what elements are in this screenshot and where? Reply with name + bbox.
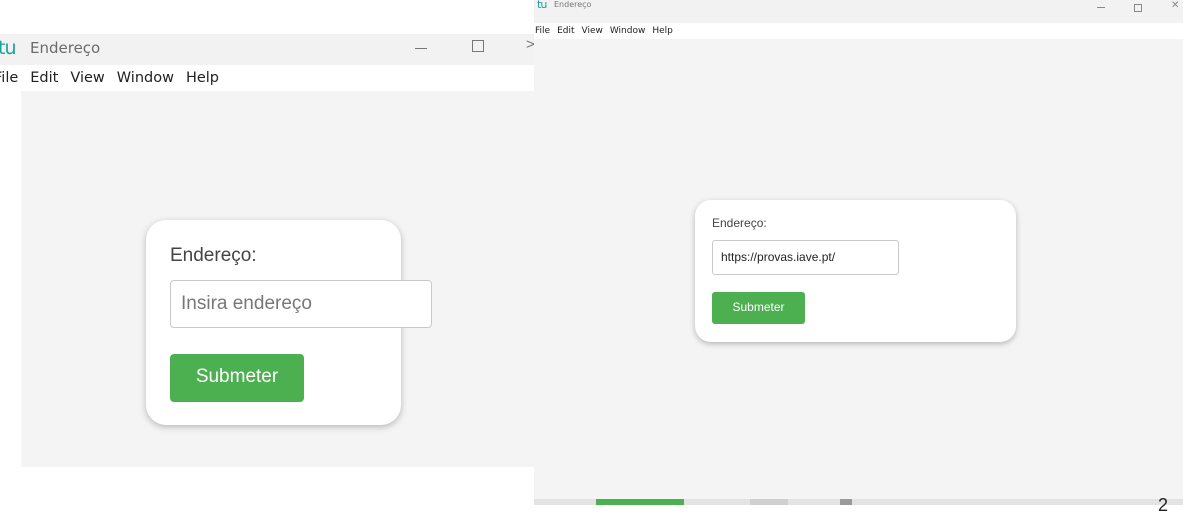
menu-edit[interactable]: Edit (557, 26, 574, 36)
menu-file[interactable]: File (535, 26, 550, 36)
menu-help[interactable]: Help (186, 70, 219, 86)
app-logo: tu (537, 0, 547, 11)
taskbar-item[interactable] (840, 499, 852, 505)
menu-view[interactable]: View (582, 26, 603, 36)
window-title: Endereço (30, 39, 101, 57)
window-title: Endereço (554, 0, 592, 9)
content-area: Endereço: https://provas.iave.pt/ Submet… (534, 39, 1183, 499)
maximize-icon[interactable] (472, 40, 484, 52)
taskbar-item[interactable] (750, 499, 788, 505)
right-app-window: tu Endereço ✕ File Edit View Window Help… (534, 0, 1183, 505)
menu-bar: File Edit View Window Help (0, 65, 535, 91)
address-label: Endereço: (712, 216, 767, 230)
address-form-card: Endereço: Insira endereço Submeter (146, 220, 432, 425)
menu-edit[interactable]: Edit (30, 70, 58, 86)
menu-window[interactable]: Window (610, 26, 646, 36)
taskbar-item-active[interactable] (596, 499, 684, 505)
submit-button[interactable]: Submeter (170, 354, 304, 402)
page-number: 2 (1158, 495, 1169, 515)
menu-file[interactable]: File (0, 70, 18, 86)
menu-bar: File Edit View Window Help (534, 23, 1183, 39)
address-input[interactable]: https://provas.iave.pt/ (712, 240, 899, 275)
minimize-icon[interactable] (1097, 7, 1105, 8)
title-bar: tu Endereço ✕ (534, 0, 1183, 23)
minimize-icon[interactable] (415, 48, 427, 49)
app-logo: tu (0, 37, 16, 59)
address-input-placeholder: Insira endereço (181, 293, 312, 314)
menu-window[interactable]: Window (117, 70, 174, 86)
menu-view[interactable]: View (70, 70, 104, 86)
address-input[interactable]: Insira endereço (170, 280, 432, 328)
address-label: Endereço: (170, 245, 257, 266)
submit-button[interactable]: Submeter (712, 292, 805, 324)
taskbar-strip (534, 499, 1183, 505)
left-app-window: tu Endereço > File Edit View Window Help… (0, 34, 535, 467)
title-bar: tu Endereço > (0, 34, 535, 65)
maximize-icon[interactable] (1134, 4, 1142, 12)
close-icon[interactable]: ✕ (1171, 0, 1179, 11)
content-area: Endereço: Insira endereço Submeter (21, 91, 535, 467)
menu-help[interactable]: Help (652, 26, 673, 36)
address-form-card: Endereço: https://provas.iave.pt/ Submet… (695, 200, 1016, 342)
